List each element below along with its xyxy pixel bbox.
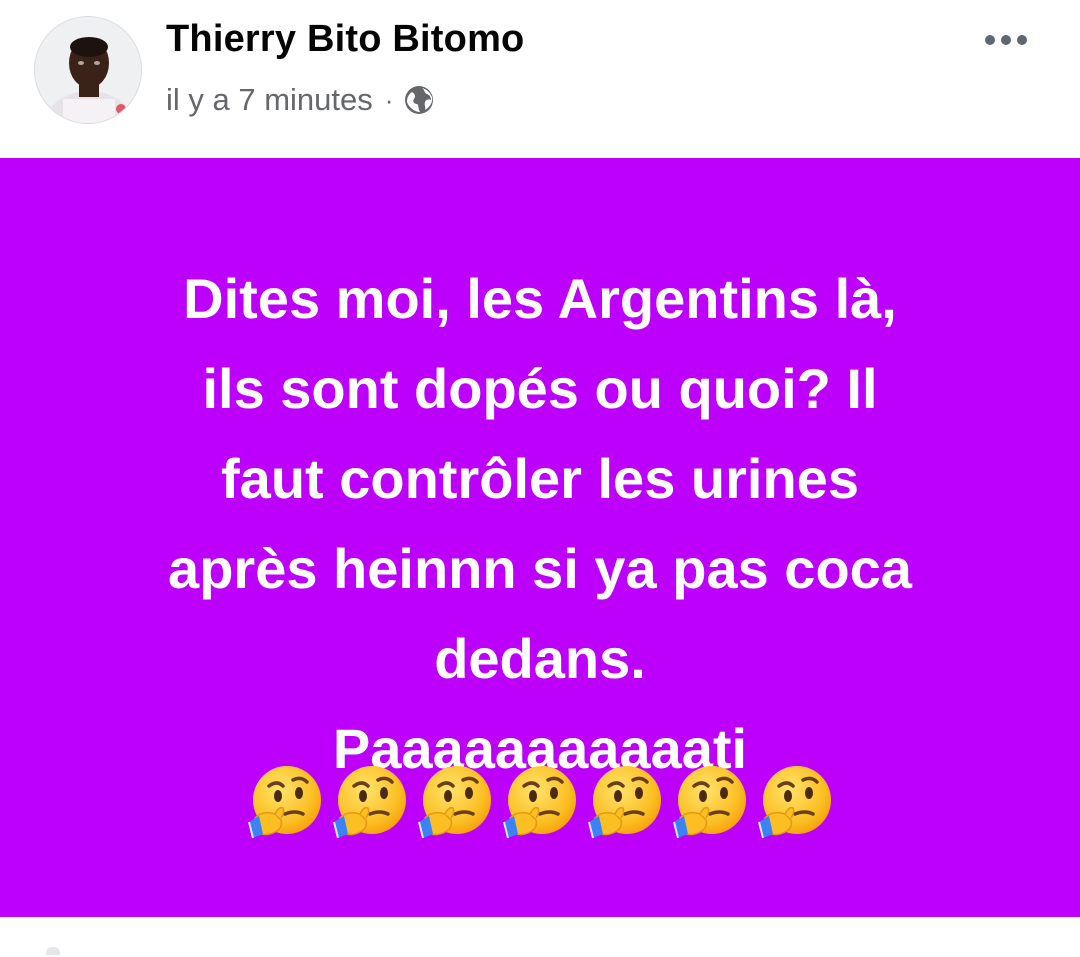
facebook-post: Thierry Bito Bitomo il y a 7 minutes · D…: [0, 0, 1080, 957]
post-meta: il y a 7 minutes ·: [166, 80, 435, 120]
more-options-icon[interactable]: [976, 22, 1036, 58]
thinking-face-emoji: [673, 766, 746, 839]
more-dot: [1017, 35, 1027, 45]
thinking-face-emoji: [758, 766, 831, 839]
thinking-face-emoji: [418, 766, 491, 839]
post-text-line: dedans.: [434, 627, 646, 690]
post-text-line: faut contrôler les urines: [221, 447, 859, 510]
post-text-line: ils sont dopés ou quoi? Il: [202, 357, 878, 420]
more-dot: [1001, 35, 1011, 45]
post-text-line: après heinnn si ya pas coca: [168, 537, 912, 600]
thinking-face-emoji: [588, 766, 661, 839]
post-text-line: Dites moi, les Argentins là,: [183, 267, 897, 330]
author-name[interactable]: Thierry Bito Bitomo: [166, 18, 524, 61]
avatar-photo-icon: [35, 17, 141, 123]
post-footer: [0, 917, 1080, 957]
reaction-hint: [46, 947, 60, 955]
post-text: Dites moi, les Argentins là, ils sont do…: [60, 254, 1020, 794]
post-colored-background: Dites moi, les Argentins là, ils sont do…: [0, 158, 1080, 917]
thinking-face-emoji: [503, 766, 576, 839]
more-dot: [985, 35, 995, 45]
emoji-row: [0, 762, 1080, 842]
globe-icon[interactable]: [403, 84, 435, 116]
avatar[interactable]: [34, 16, 142, 124]
thinking-face-emoji: [333, 766, 406, 839]
post-timestamp[interactable]: il y a 7 minutes: [166, 82, 373, 118]
thinking-face-emoji: [248, 766, 321, 839]
meta-separator: ·: [384, 84, 394, 115]
post-header: Thierry Bito Bitomo il y a 7 minutes ·: [0, 0, 1080, 158]
